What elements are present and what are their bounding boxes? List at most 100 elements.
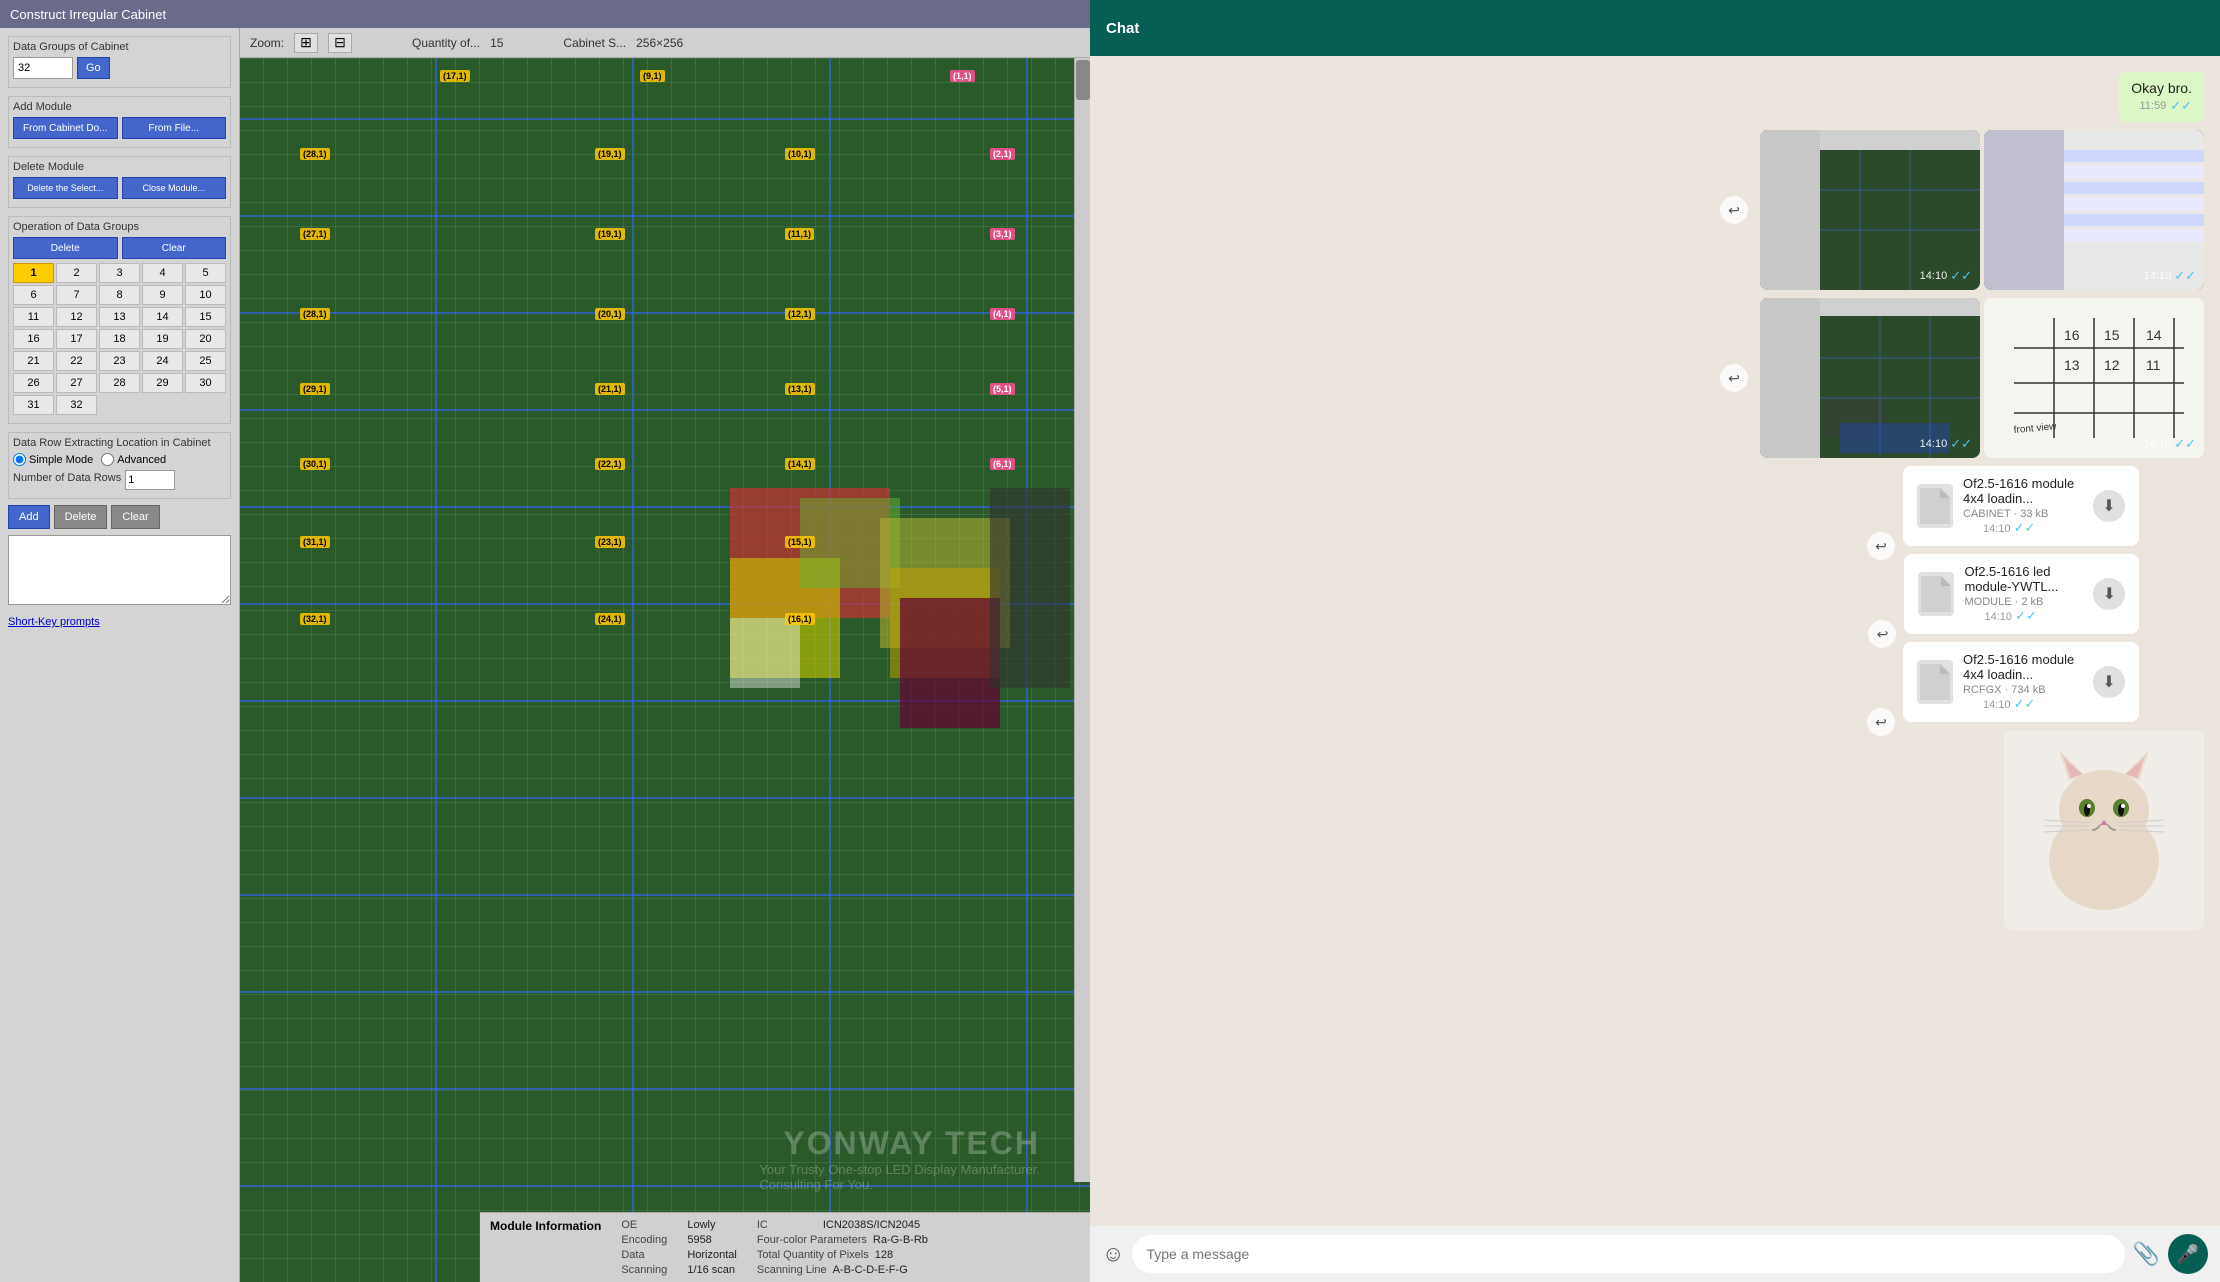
- mic-btn[interactable]: 🎤: [2168, 1234, 2208, 1274]
- attach-btn[interactable]: 📎: [2133, 1241, 2160, 1267]
- cell-label-12-1: (12,1): [785, 308, 815, 320]
- notes-textarea[interactable]: [8, 535, 231, 605]
- vertical-scrollbar[interactable]: [1074, 58, 1090, 1182]
- clear-button[interactable]: Clear: [111, 505, 159, 529]
- ic-key: IC: [757, 1219, 817, 1231]
- scanning-line-key: Scanning Line: [757, 1264, 827, 1276]
- emoji-btn[interactable]: ☺: [1102, 1241, 1124, 1267]
- zoom-in-btn[interactable]: ⊞: [294, 33, 318, 53]
- title-text: Construct Irregular Cabinet: [10, 7, 166, 22]
- num-cell-3[interactable]: 3: [99, 263, 140, 283]
- num-cell-11[interactable]: 11: [13, 307, 54, 327]
- delete-sel-btn[interactable]: Delete the Select...: [13, 177, 118, 199]
- from-cabinet-btn[interactable]: From Cabinet Do...: [13, 117, 118, 139]
- zoom-out-btn[interactable]: ⊟: [328, 33, 352, 53]
- ic-val: ICN2038S/ICN2045: [823, 1219, 920, 1231]
- grid-canvas[interactable]: (17,1) (9,1) (1,1) (28,1) (19,1) (10,1) …: [240, 58, 1090, 1282]
- add-button[interactable]: Add: [8, 505, 50, 529]
- num-cell-15[interactable]: 15: [185, 307, 226, 327]
- file-info-3: Of2.5-1616 module 4x4 loadin... RCFGX · …: [1963, 652, 2083, 712]
- num-cell-27[interactable]: 27: [56, 373, 97, 393]
- num-cell-25[interactable]: 25: [185, 351, 226, 371]
- clear-group-btn[interactable]: Clear: [122, 237, 227, 259]
- file-rcfgx[interactable]: Of2.5-1616 module 4x4 loadin... RCFGX · …: [1903, 642, 2139, 722]
- num-data-rows-label: Number of Data Rows: [13, 472, 121, 484]
- num-cell-31[interactable]: 31: [13, 395, 54, 415]
- chat-input[interactable]: [1132, 1235, 2124, 1273]
- share-btn-2[interactable]: ↩: [1720, 364, 1748, 392]
- num-cell-12[interactable]: 12: [56, 307, 97, 327]
- num-cell-28[interactable]: 28: [99, 373, 140, 393]
- num-cell-22[interactable]: 22: [56, 351, 97, 371]
- file-module[interactable]: Of2.5-1616 led module-YWTL... MODULE · 2…: [1904, 554, 2139, 634]
- read-checkmark-1: ✓✓: [2170, 98, 2192, 114]
- scanning-val: 1/16 scan: [687, 1264, 735, 1276]
- advanced-radio[interactable]: Advanced: [101, 453, 166, 466]
- share-btn-1[interactable]: ↩: [1720, 196, 1748, 224]
- num-cell-20[interactable]: 20: [185, 329, 226, 349]
- num-cell-16[interactable]: 16: [13, 329, 54, 349]
- svg-text:13: 13: [2064, 357, 2080, 373]
- num-cell-1[interactable]: 1: [13, 263, 54, 283]
- num-cell-6[interactable]: 6: [13, 285, 54, 305]
- num-cell-8[interactable]: 8: [99, 285, 140, 305]
- num-cell-14[interactable]: 14: [142, 307, 183, 327]
- file-cabinet[interactable]: Of2.5-1616 module 4x4 loadin... CABINET …: [1903, 466, 2139, 546]
- cell-label-17-1: (17,1): [440, 70, 470, 82]
- num-cell-2[interactable]: 2: [56, 263, 97, 283]
- data-groups-btn[interactable]: Go: [77, 57, 110, 79]
- chat-panel: Chat Okay bro. 11:59 ✓✓ ↩: [1090, 0, 2220, 1282]
- chat-messages[interactable]: Okay bro. 11:59 ✓✓ ↩: [1090, 56, 2220, 1226]
- download-btn-1[interactable]: ⬇: [2093, 490, 2125, 522]
- num-cell-5[interactable]: 5: [185, 263, 226, 283]
- encoding-val: 5958: [687, 1234, 711, 1246]
- module-info-bar: Module Information OE Lowly Encoding 595…: [480, 1212, 1090, 1282]
- num-cell-19[interactable]: 19: [142, 329, 183, 349]
- operation-section: Operation of Data Groups Delete Clear 1 …: [8, 216, 231, 424]
- module-info-col2: IC ICN2038S/ICN2045 Four-color Parameter…: [757, 1219, 928, 1276]
- file-msg-container-1: ↩ Of2.5-1616 module 4x4 loadin... CABINE…: [1867, 466, 2204, 546]
- close-module-btn[interactable]: Close Module...: [122, 177, 227, 199]
- download-btn-3[interactable]: ⬇: [2093, 666, 2125, 698]
- simple-mode-radio[interactable]: Simple Mode: [13, 453, 93, 466]
- num-cell-13[interactable]: 13: [99, 307, 140, 327]
- delete-button[interactable]: Delete: [54, 505, 108, 529]
- add-module-section: Add Module From Cabinet Do... From File.…: [8, 96, 231, 148]
- num-cell-23[interactable]: 23: [99, 351, 140, 371]
- img-thumb-led-software[interactable]: 14:10 ✓✓: [1760, 130, 1980, 290]
- delete-group-btn[interactable]: Delete: [13, 237, 118, 259]
- cell-label-19-1b: (19,1): [595, 228, 625, 240]
- cell-label-30-1: (30,1): [300, 458, 330, 470]
- img-thumb-screenshot-2[interactable]: 14:10 ✓✓: [1984, 130, 2204, 290]
- chat-contact-name: Chat: [1106, 20, 1139, 37]
- cell-label-27-1: (27,1): [300, 228, 330, 240]
- img-thumb-handwritten[interactable]: 16 15 14 13 12 11 front view 14:10 ✓✓: [1984, 298, 2204, 458]
- zoom-label: Zoom:: [250, 36, 284, 50]
- num-cell-30[interactable]: 30: [185, 373, 226, 393]
- num-cell-32[interactable]: 32: [56, 395, 97, 415]
- num-cell-26[interactable]: 26: [13, 373, 54, 393]
- file-msg-container-3: ↩ Of2.5-1616 module 4x4 loadin... RCFGX …: [1867, 642, 2204, 722]
- num-cell-18[interactable]: 18: [99, 329, 140, 349]
- num-cell-21[interactable]: 21: [13, 351, 54, 371]
- file-name-1: Of2.5-1616 module 4x4 loadin...: [1963, 476, 2083, 506]
- cell-label-6-1: (6,1): [990, 458, 1015, 470]
- num-cell-24[interactable]: 24: [142, 351, 183, 371]
- num-cell-10[interactable]: 10: [185, 285, 226, 305]
- share-btn-5[interactable]: ↩: [1867, 708, 1895, 736]
- cell-label-9-1: (9,1): [640, 70, 665, 82]
- num-cell-29[interactable]: 29: [142, 373, 183, 393]
- shortkey-link[interactable]: Short-Key prompts: [8, 616, 100, 628]
- data-groups-input[interactable]: [13, 57, 73, 79]
- num-cell-9[interactable]: 9: [142, 285, 183, 305]
- file-icon-3: [1917, 660, 1953, 704]
- download-btn-2[interactable]: ⬇: [2093, 578, 2125, 610]
- num-data-rows-input[interactable]: [125, 470, 175, 490]
- cell-label-28-1b: (28,1): [300, 308, 330, 320]
- img-thumb-software-3[interactable]: 14:10 ✓✓: [1760, 298, 1980, 458]
- from-file-btn[interactable]: From File...: [122, 117, 227, 139]
- num-cell-17[interactable]: 17: [56, 329, 97, 349]
- num-cell-7[interactable]: 7: [56, 285, 97, 305]
- num-cell-4[interactable]: 4: [142, 263, 183, 283]
- four-color-val: Ra-G-B-Rb: [873, 1234, 928, 1246]
